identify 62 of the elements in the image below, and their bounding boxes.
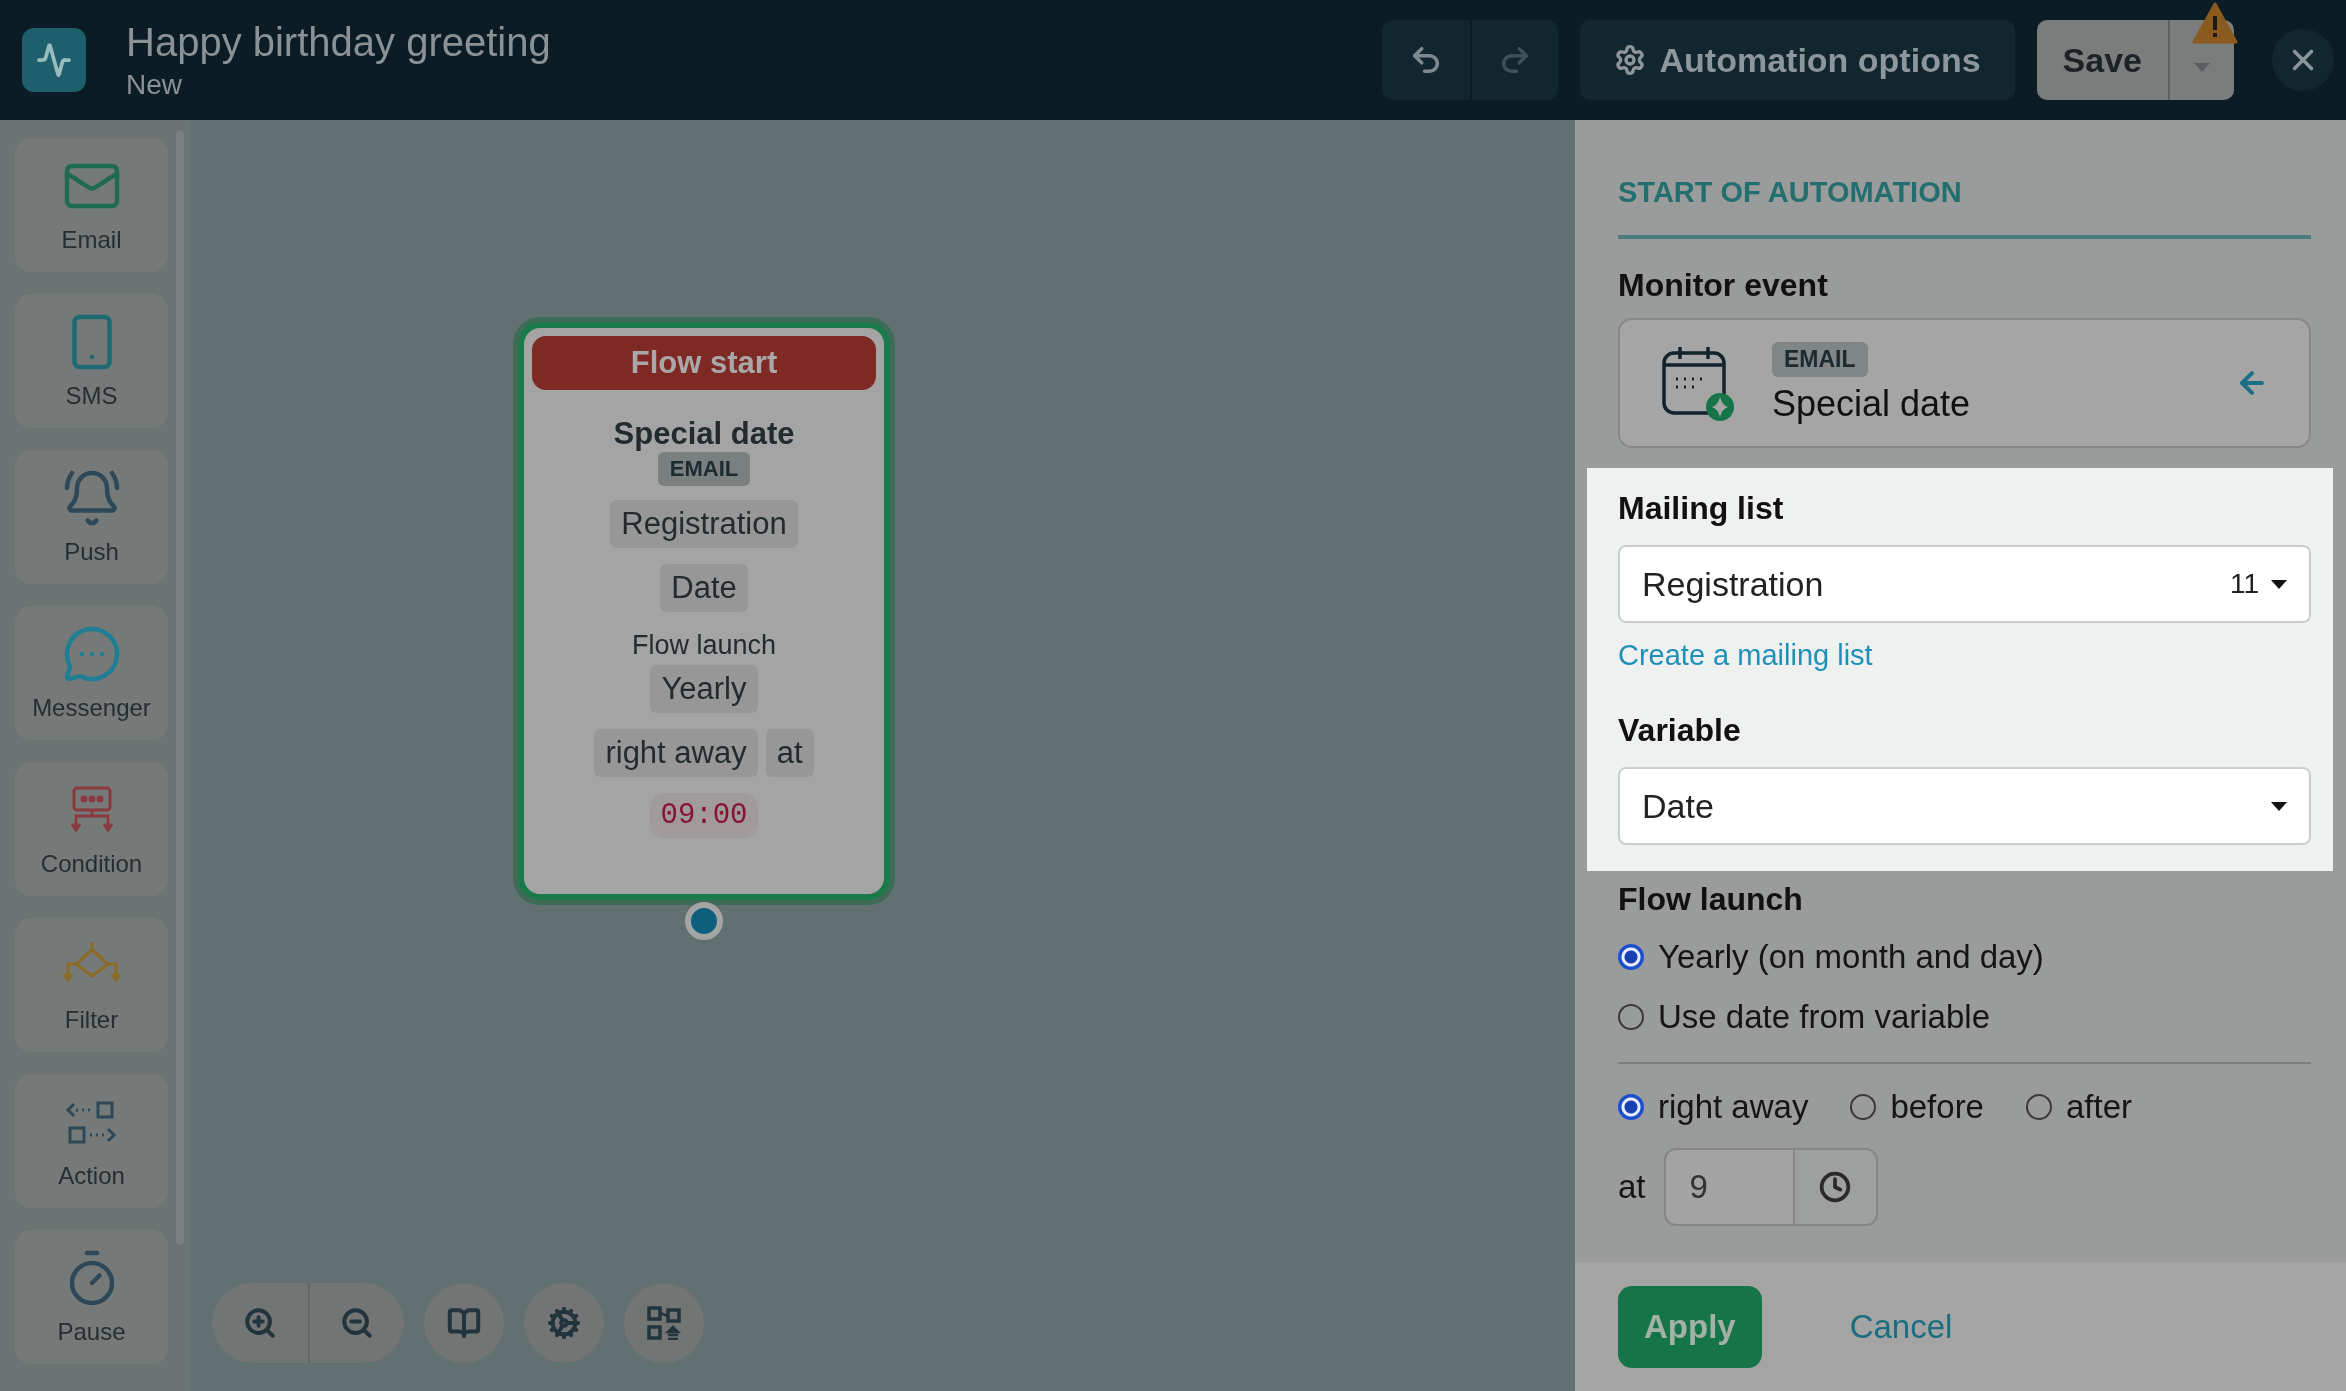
channel-badge: EMAIL bbox=[657, 452, 751, 486]
radio-button[interactable] bbox=[1850, 1094, 1877, 1120]
radio-option[interactable]: before bbox=[1850, 1088, 1984, 1126]
node-tag: Yearly bbox=[650, 665, 758, 713]
field-label: Mailing list bbox=[1618, 490, 1785, 527]
diagram-icon bbox=[647, 1306, 681, 1340]
node-event-title: Special date bbox=[613, 416, 795, 452]
zoom-in-icon bbox=[243, 1306, 277, 1340]
apply-button[interactable]: Apply bbox=[1618, 1285, 1762, 1368]
caret-icon bbox=[2271, 579, 2287, 589]
variable-select[interactable]: Date bbox=[1618, 767, 2311, 845]
radio-option[interactable]: Yearly (on month and day) bbox=[1618, 938, 2044, 976]
book-icon bbox=[447, 1306, 481, 1340]
radio-option[interactable]: right away bbox=[1618, 1088, 1809, 1126]
channel-badge: EMAIL bbox=[1772, 341, 1868, 377]
node-tag: right away bbox=[594, 729, 758, 777]
node-label: Flow launch bbox=[631, 630, 777, 661]
clock-icon bbox=[1819, 1171, 1852, 1203]
create-mailing-list-link[interactable]: Create a mailing list bbox=[1618, 639, 1873, 672]
event-name: Special date bbox=[1772, 382, 1971, 425]
toolbox-item[interactable]: Push bbox=[15, 450, 168, 584]
at-label: at bbox=[1618, 1168, 1646, 1206]
pulse-icon bbox=[36, 42, 72, 78]
toolbox-item[interactable]: Condition bbox=[15, 762, 168, 896]
panel-heading: START OF AUTOMATION bbox=[1618, 150, 2311, 239]
automation-status: New bbox=[126, 68, 183, 101]
automation-title: Happy birthday greeting bbox=[126, 19, 552, 65]
radio-button[interactable] bbox=[1618, 1004, 1644, 1030]
node-tag: Date bbox=[660, 564, 748, 612]
radio-option[interactable]: after bbox=[2026, 1088, 2133, 1126]
field-label: Monitor event bbox=[1618, 267, 1829, 304]
warning-icon bbox=[2192, 2, 2238, 44]
mailing-list-select[interactable]: Registration 11 bbox=[1618, 545, 2311, 623]
node-tag: at bbox=[765, 729, 814, 777]
automation-options-button[interactable]: Automation options bbox=[1579, 20, 2015, 100]
field-label: Flow launch bbox=[1618, 881, 1804, 918]
time-chip: 09:00 bbox=[650, 793, 758, 838]
event-card[interactable]: EMAIL Special date bbox=[1618, 318, 2311, 448]
app-logo[interactable] bbox=[22, 28, 86, 92]
radio-button[interactable] bbox=[2026, 1094, 2052, 1120]
radio-button[interactable] bbox=[1618, 1094, 1644, 1120]
toolbox-item[interactable]: Pause bbox=[15, 1230, 168, 1364]
hour-input[interactable]: 9 bbox=[1663, 1148, 1794, 1226]
settings-icon bbox=[1613, 44, 1646, 76]
caret-icon bbox=[2271, 801, 2287, 811]
time-picker-button[interactable] bbox=[1793, 1148, 1878, 1226]
zoom-out-icon bbox=[340, 1306, 374, 1340]
toolbox-item[interactable]: Messenger bbox=[15, 606, 168, 740]
cancel-button[interactable]: Cancel bbox=[1843, 1306, 1959, 1347]
node-tag: Registration bbox=[610, 500, 798, 548]
settings-icon bbox=[547, 1306, 581, 1340]
calendar-icon bbox=[1660, 345, 1736, 421]
toolbox-item[interactable]: Action bbox=[15, 1074, 168, 1208]
toolbox-item[interactable]: Filter bbox=[15, 918, 168, 1052]
caret-icon bbox=[2194, 63, 2210, 73]
radio-button[interactable] bbox=[1618, 944, 1644, 970]
node-header: Flow start bbox=[532, 336, 876, 390]
toolbox-item[interactable]: Email bbox=[15, 138, 168, 272]
radio-option[interactable]: Use date from variable bbox=[1618, 998, 1990, 1036]
toolbox-item[interactable]: SMS bbox=[15, 294, 168, 428]
connection-handle[interactable] bbox=[685, 902, 723, 940]
field-label: Variable bbox=[1618, 712, 1742, 749]
